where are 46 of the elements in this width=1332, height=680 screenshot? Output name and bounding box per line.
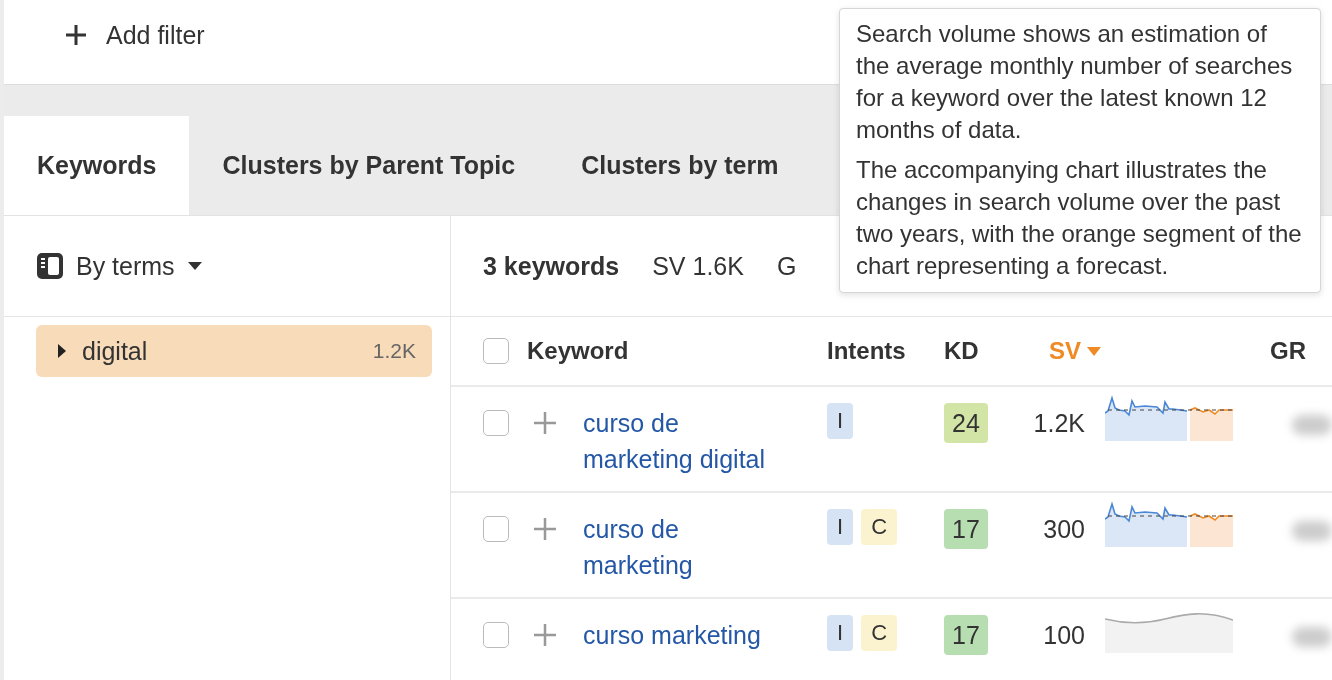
search-volume: 300 [1042,514,1085,545]
keyword-link[interactable]: curso marketing [583,617,761,653]
by-terms-dropdown[interactable]: By terms [36,251,203,281]
column-header[interactable]: Keyword [527,337,629,365]
sort-caret-icon [1087,346,1101,356]
column-header[interactable]: Intents [827,337,906,365]
keyword-link[interactable]: curso de marketing [583,511,795,583]
row-checkbox[interactable] [483,410,509,436]
summary-metric: G [776,251,797,281]
term-item[interactable]: digital 1.2K [36,325,432,377]
search-volume: 100 [1042,620,1085,651]
tab[interactable]: Clusters by Parent Topic [189,116,549,215]
intent-tag: C [861,615,897,651]
caret-right-icon[interactable] [56,343,68,359]
search-volume-total: SV 1.6K [652,251,744,281]
search-volume: 1.2K [1032,408,1085,439]
difficulty-score: 17 [944,615,988,655]
blurred-value [1292,521,1332,541]
tooltip-text: Search volume shows an estimation of the average monthly number of searches for a keyword over the latest known 12 months of data. [856,19,1294,145]
plus-icon[interactable] [533,411,557,435]
tab[interactable]: Clusters by term [548,116,812,215]
term-label: digital [82,336,148,366]
row-checkbox[interactable] [483,516,509,542]
term-count: 1.2K [372,339,416,363]
blurred-value [1292,627,1332,647]
select-all-checkbox[interactable] [483,338,509,364]
blurred-value [1292,415,1332,435]
difficulty-score: 17 [944,509,988,549]
keyword-count: 3 keywords [483,251,620,281]
column-header[interactable]: GR [1270,337,1306,365]
caret-down-icon [186,261,203,271]
intent-tag: I [827,403,854,439]
tooltip-text: The accompanying chart illustrates the changes in search volume over the past two years, with the orange segment of the chart representing a forecast. [856,155,1303,281]
add-filter-button[interactable]: Add filter [60,18,209,52]
keyword-link[interactable]: curso de marketing digital [583,405,795,477]
plus-icon[interactable] [533,623,557,647]
difficulty-score: 24 [944,403,988,443]
plus-icon[interactable] [533,517,557,541]
intent-tag: I [827,615,854,651]
tab[interactable]: Keywords [4,116,190,215]
intent-tag: I [827,509,854,545]
book-icon [36,252,64,280]
row-checkbox[interactable] [483,622,509,648]
column-header[interactable]: KD [944,337,979,365]
intent-tag: C [861,509,897,545]
plus-icon [64,23,88,47]
